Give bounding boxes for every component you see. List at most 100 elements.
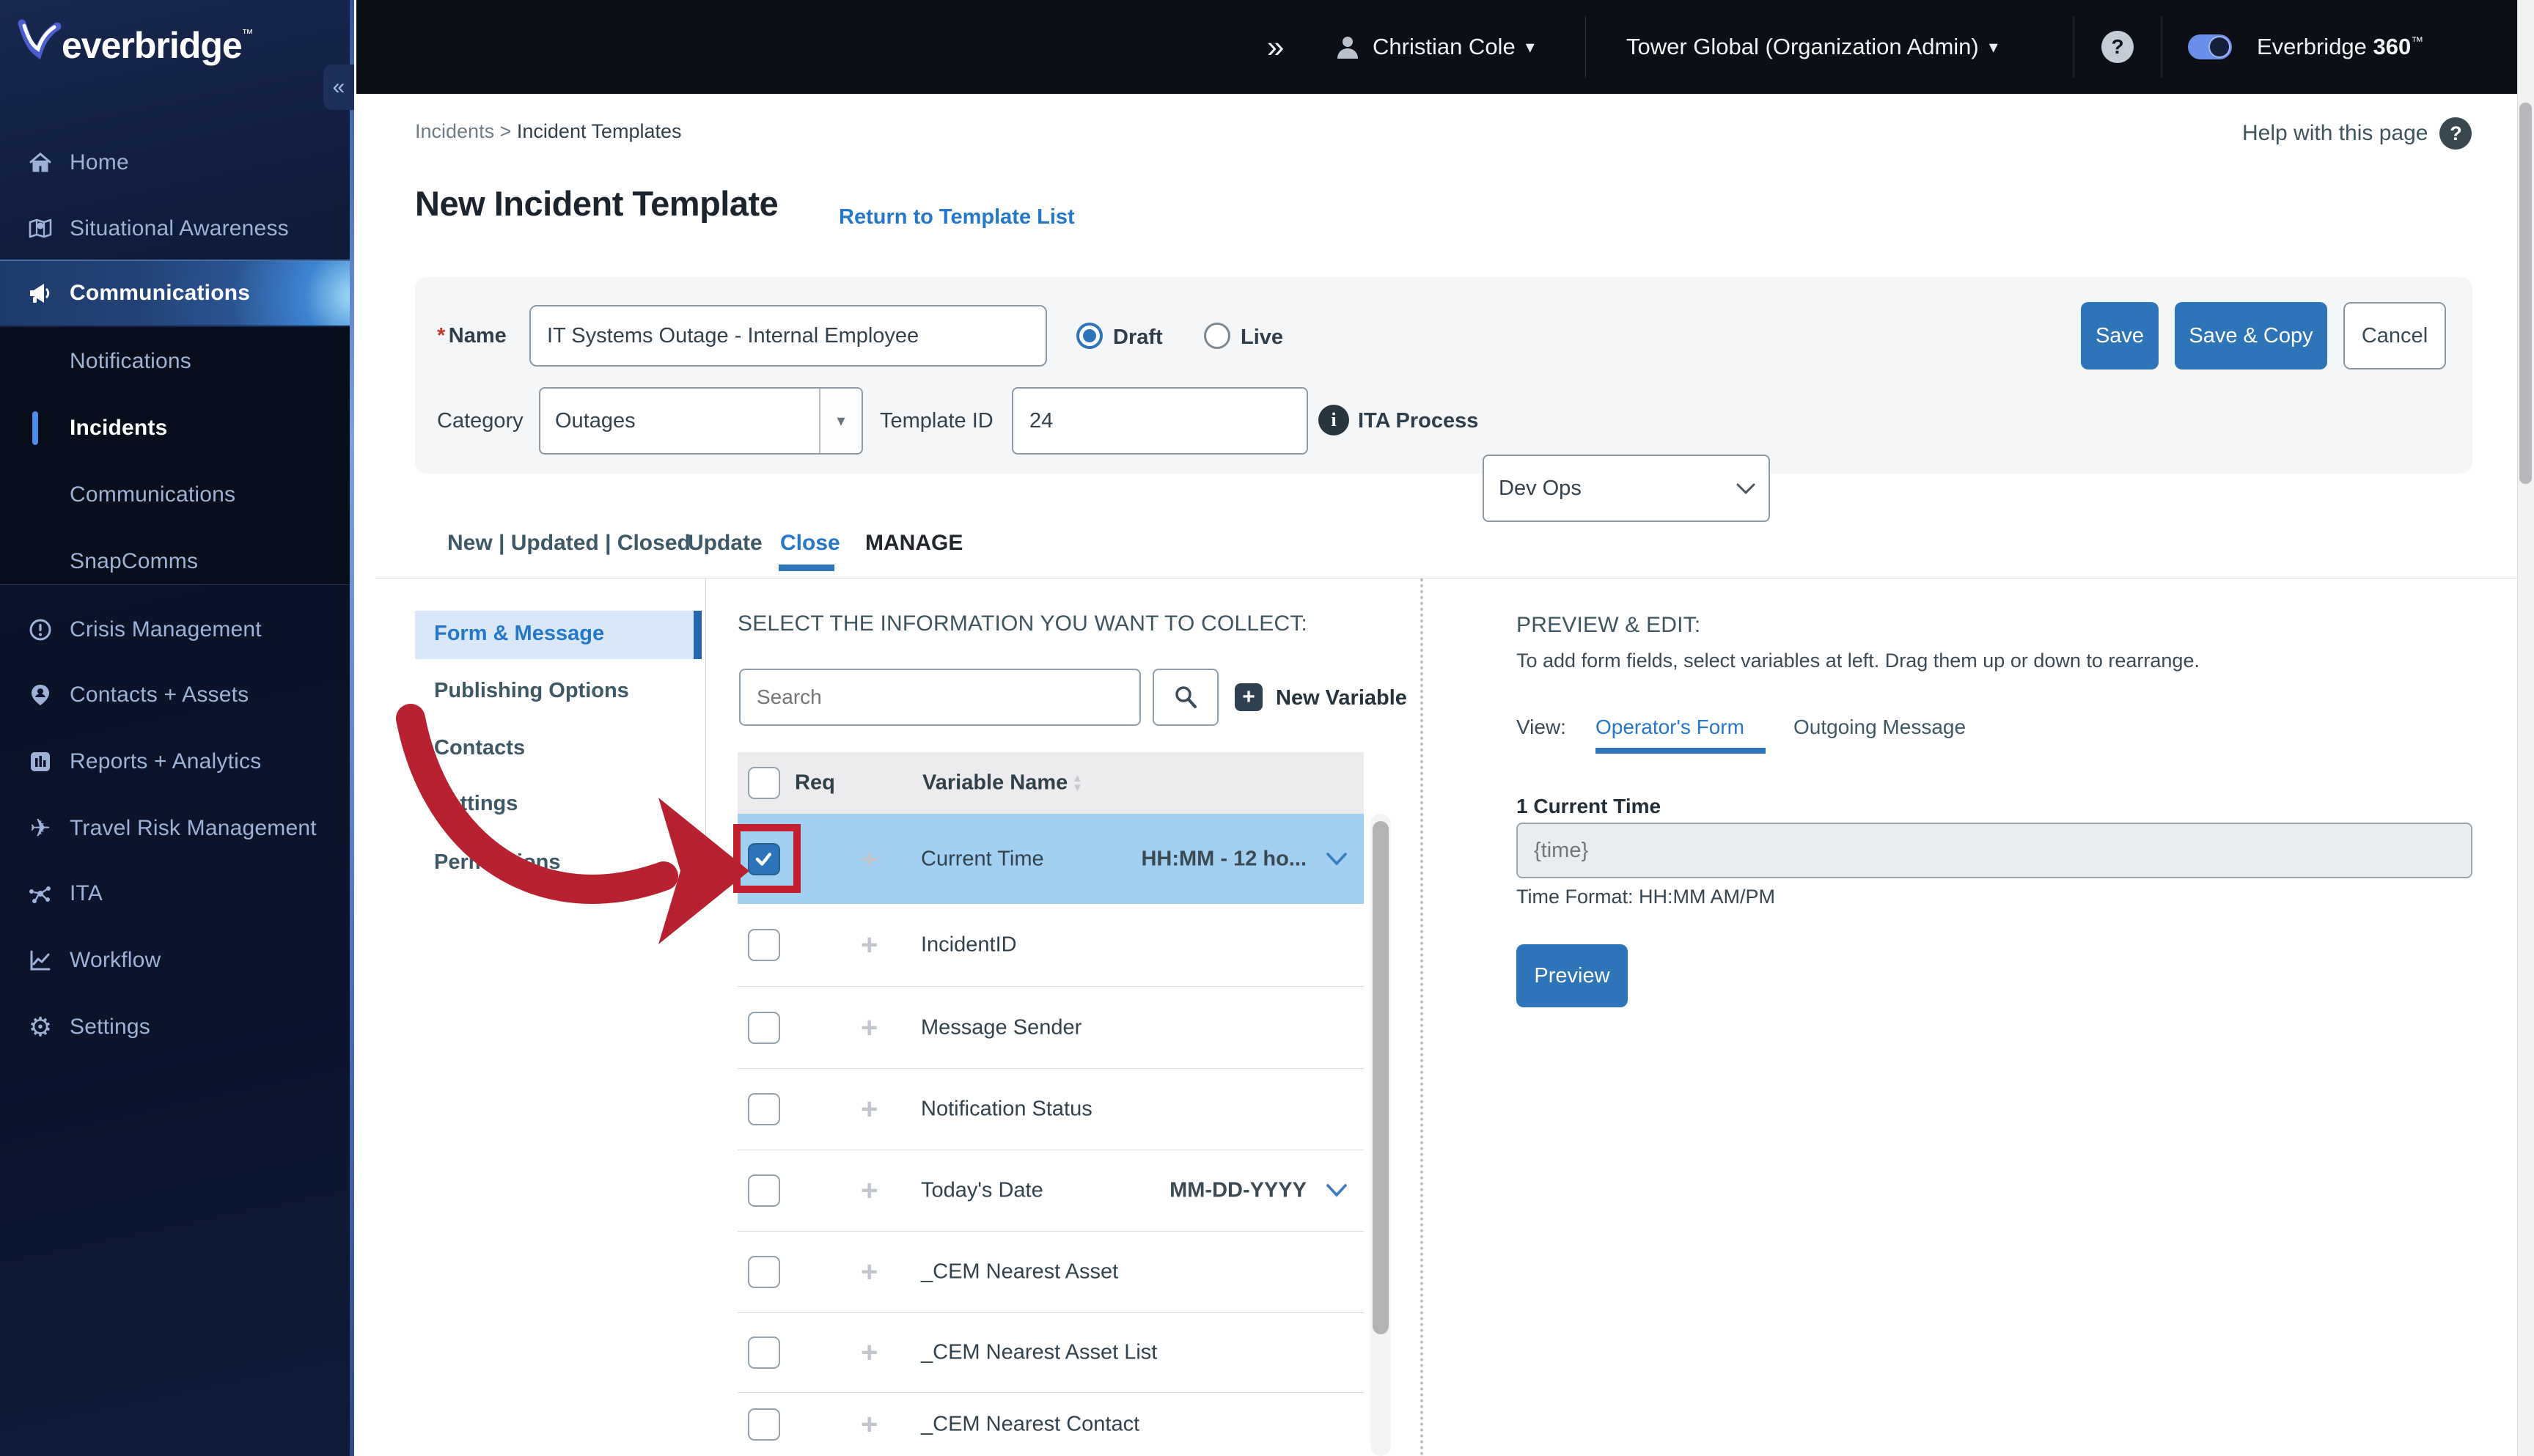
row-checkbox[interactable] bbox=[748, 1011, 780, 1044]
format-value[interactable]: MM-DD-YYYY bbox=[1169, 1179, 1307, 1203]
save-button[interactable]: Save bbox=[2081, 302, 2159, 369]
subnav-publishing-options[interactable]: Publishing Options bbox=[434, 679, 629, 703]
sidebar-item-reports-analytics[interactable]: Reports + Analytics bbox=[0, 736, 354, 787]
collect-heading: SELECT THE INFORMATION YOU WANT TO COLLE… bbox=[738, 611, 1308, 636]
active-tab-underline bbox=[779, 565, 834, 571]
info-icon[interactable]: i bbox=[1318, 405, 1349, 435]
sidebar-item-snapcomms[interactable]: SnapComms bbox=[0, 536, 354, 587]
save-copy-button[interactable]: Save & Copy bbox=[2175, 302, 2327, 369]
search-input[interactable] bbox=[739, 669, 1141, 726]
drag-handle-icon[interactable]: + bbox=[861, 1257, 878, 1287]
row-checkbox[interactable] bbox=[748, 1093, 780, 1125]
sidebar-item-workflow[interactable]: Workflow bbox=[0, 935, 354, 986]
table-row[interactable]: + Notification Status bbox=[738, 1068, 1364, 1150]
everbridge360-toggle[interactable] bbox=[2188, 0, 2232, 94]
table-row[interactable]: + IncidentID bbox=[738, 904, 1364, 986]
row-checkbox[interactable] bbox=[748, 1174, 780, 1207]
preview-heading: PREVIEW & EDIT: bbox=[1516, 613, 1701, 637]
sidebar-item-crisis-management[interactable]: Crisis Management bbox=[0, 604, 354, 655]
sidebar-item-travel-risk[interactable]: ✈ Travel Risk Management bbox=[0, 803, 354, 854]
cancel-button[interactable]: Cancel bbox=[2343, 302, 2446, 369]
breadcrumb-parent[interactable]: Incidents bbox=[415, 120, 494, 142]
subnav-form-message[interactable]: Form & Message bbox=[434, 622, 604, 646]
sidebar-item-contacts-assets[interactable]: Contacts + Assets bbox=[0, 669, 354, 721]
help-icon: ? bbox=[2439, 117, 2472, 150]
table-row[interactable]: + _CEM Nearest Asset List bbox=[738, 1312, 1364, 1392]
expand-menu-icon[interactable]: » bbox=[1267, 0, 1284, 94]
drag-handle-icon[interactable]: + bbox=[861, 1095, 878, 1124]
draft-radio[interactable] bbox=[1076, 323, 1103, 349]
draft-label: Draft bbox=[1113, 326, 1163, 349]
time-field[interactable] bbox=[1516, 823, 2472, 878]
sidebar-collapse-button[interactable]: « bbox=[323, 65, 354, 110]
drag-handle-icon[interactable]: + bbox=[861, 845, 878, 874]
table-row-current-time[interactable]: + Current Time HH:MM - 12 ho... bbox=[738, 814, 1364, 904]
subnav-permissions[interactable]: Permissions bbox=[434, 850, 560, 875]
subnav-contacts[interactable]: Contacts bbox=[434, 736, 525, 760]
new-variable-icon[interactable]: + bbox=[1235, 683, 1263, 711]
sort-icon[interactable]: ▲ ▼ bbox=[1072, 773, 1083, 793]
return-to-template-list-link[interactable]: Return to Template List bbox=[839, 205, 1075, 229]
sidebar-item-communications-sub[interactable]: Communications bbox=[0, 469, 354, 521]
view-tab-operators-form[interactable]: Operator's Form bbox=[1595, 716, 1744, 739]
search-button[interactable] bbox=[1153, 669, 1219, 726]
category-select[interactable]: Outages ▾ bbox=[539, 387, 863, 455]
everbridge-logo[interactable]: everbridge ™ bbox=[16, 18, 254, 73]
tab-update[interactable]: Update bbox=[688, 531, 763, 556]
drag-handle-icon[interactable]: + bbox=[861, 1410, 878, 1439]
toggle-switch-icon bbox=[2188, 34, 2232, 59]
ita-process-label: ITA Process bbox=[1358, 409, 1479, 433]
tab-manage[interactable]: MANAGE bbox=[865, 531, 963, 556]
table-row[interactable]: + _CEM Nearest Asset bbox=[738, 1231, 1364, 1312]
drag-handle-icon[interactable]: + bbox=[861, 1176, 878, 1205]
breadcrumb: Incidents > Incident Templates bbox=[415, 120, 682, 142]
table-row[interactable]: + _CEM Nearest Contact bbox=[738, 1392, 1364, 1456]
row-checkbox[interactable] bbox=[748, 1336, 780, 1369]
time-format-note: Time Format: HH:MM AM/PM bbox=[1516, 886, 1776, 908]
help-button[interactable]: ? bbox=[2101, 0, 2134, 94]
map-icon bbox=[26, 215, 54, 243]
tab-new-updated-closed[interactable]: New | Updated | Closed bbox=[447, 531, 691, 556]
alert-circle-icon bbox=[26, 616, 54, 644]
page-help-link[interactable]: Help with this page ? bbox=[2242, 117, 2472, 150]
sidebar-item-settings[interactable]: ⚙ Settings bbox=[0, 1001, 354, 1053]
ita-process-select[interactable]: Dev Ops bbox=[1483, 455, 1770, 522]
format-value[interactable]: HH:MM - 12 ho... bbox=[1141, 847, 1307, 871]
sidebar-item-home[interactable]: Home bbox=[0, 137, 354, 188]
chevron-down-icon[interactable] bbox=[1326, 852, 1348, 867]
view-tab-outgoing-message[interactable]: Outgoing Message bbox=[1793, 716, 1966, 739]
row-checkbox[interactable] bbox=[748, 929, 780, 961]
subnav-settings[interactable]: Settings bbox=[434, 792, 518, 816]
new-variable-button[interactable]: New Variable bbox=[1276, 686, 1407, 710]
row-checkbox[interactable] bbox=[748, 1408, 780, 1441]
tab-close[interactable]: Close bbox=[780, 531, 840, 556]
page-scrollbar-thumb[interactable] bbox=[2519, 103, 2532, 484]
table-scrollbar-thumb[interactable] bbox=[1373, 821, 1389, 1334]
sidebar-item-notifications[interactable]: Notifications bbox=[0, 336, 354, 387]
drag-handle-icon[interactable]: + bbox=[861, 1338, 878, 1367]
chevron-down-icon: ▾ bbox=[819, 389, 862, 453]
org-name: Tower Global (Organization Admin) bbox=[1626, 34, 1979, 59]
network-icon bbox=[26, 880, 54, 908]
live-radio[interactable] bbox=[1204, 323, 1230, 349]
drag-handle-icon[interactable]: + bbox=[861, 1013, 878, 1043]
chevron-down-icon bbox=[1736, 483, 1755, 495]
user-menu[interactable]: Christian Cole ▾ bbox=[1373, 0, 1535, 94]
sidebar-item-incidents[interactable]: Incidents bbox=[0, 402, 354, 454]
chevron-down-icon[interactable] bbox=[1326, 1183, 1348, 1198]
help-icon: ? bbox=[2101, 31, 2134, 63]
gear-icon: ⚙ bbox=[28, 1012, 53, 1043]
sidebar-item-situational-awareness[interactable]: Situational Awareness bbox=[0, 203, 354, 254]
name-input[interactable] bbox=[529, 305, 1047, 367]
row-checkbox[interactable] bbox=[748, 1256, 780, 1288]
org-menu[interactable]: Tower Global (Organization Admin) ▾ bbox=[1626, 0, 1998, 94]
preview-button[interactable]: Preview bbox=[1516, 944, 1628, 1007]
sidebar-item-communications[interactable]: Communications bbox=[0, 268, 354, 319]
variable-name-header[interactable]: Variable Name bbox=[922, 771, 1068, 795]
sidebar-item-ita[interactable]: ITA bbox=[0, 868, 354, 919]
drag-handle-icon[interactable]: + bbox=[861, 930, 878, 960]
table-row-todays-date[interactable]: + Today's Date MM-DD-YYYY bbox=[738, 1150, 1364, 1231]
table-row[interactable]: + Message Sender bbox=[738, 986, 1364, 1068]
template-id-input[interactable] bbox=[1012, 387, 1308, 455]
select-all-checkbox[interactable] bbox=[748, 767, 780, 799]
